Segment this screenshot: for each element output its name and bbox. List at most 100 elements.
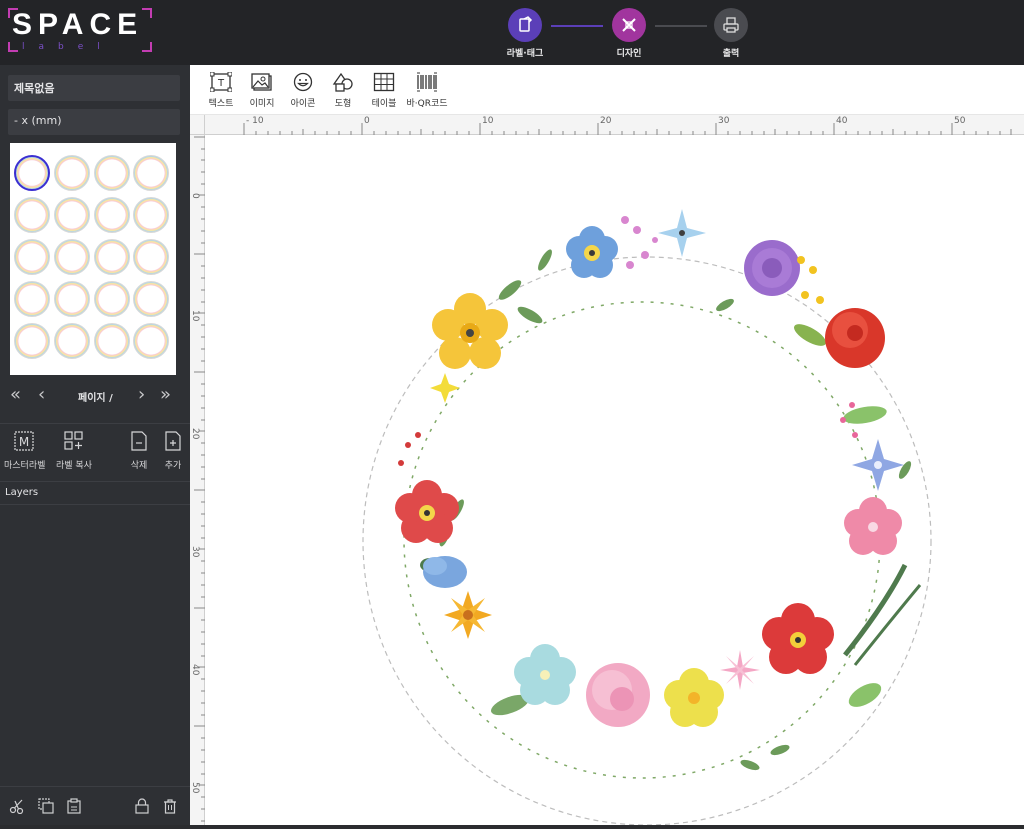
- label-thumb[interactable]: [133, 197, 169, 233]
- top-bar: SPACE label 라벨·태그 디자인 출력: [0, 0, 1024, 65]
- barcode-tool-button[interactable]: 바·QR코드: [403, 71, 451, 109]
- label-thumb[interactable]: [14, 239, 50, 275]
- label-thumb[interactable]: [14, 323, 50, 359]
- step-label-tag[interactable]: 라벨·태그: [495, 8, 555, 59]
- flower-yellow-bottom: [664, 668, 724, 727]
- layers-header[interactable]: Layers: [0, 481, 190, 505]
- label-sheet-thumbnail[interactable]: [10, 143, 176, 375]
- flower-pink-starburst: [720, 650, 760, 690]
- space-label-logo[interactable]: SPACE label: [8, 8, 152, 54]
- flower-yellow-buds: [797, 256, 824, 304]
- label-thumb[interactable]: [54, 323, 90, 359]
- step-label: 출력: [722, 49, 740, 59]
- horizontal-ruler: - 10 0 10 20 30 40 50: [205, 115, 1024, 135]
- design-icon: [612, 8, 646, 42]
- icon-tool-button[interactable]: 아이콘: [286, 71, 320, 109]
- label-thumb[interactable]: [54, 197, 90, 233]
- last-page-icon[interactable]: »: [160, 384, 171, 405]
- duplicate-icon[interactable]: [38, 798, 54, 814]
- lock-icon[interactable]: [134, 798, 150, 814]
- image-icon: [250, 71, 274, 93]
- copy-label-icon: [63, 430, 85, 452]
- step-label: 라벨·태그: [506, 49, 544, 59]
- ruler-label: 30: [190, 546, 200, 558]
- barcode-icon: [415, 71, 439, 93]
- step-print[interactable]: 출력: [701, 8, 761, 59]
- label-thumb[interactable]: [54, 155, 90, 191]
- flower-red-left: [395, 480, 459, 543]
- cut-icon[interactable]: [9, 798, 25, 814]
- label-thumb[interactable]: [94, 239, 130, 275]
- ruler-label: 0: [190, 193, 200, 199]
- add-page-button[interactable]: 추가: [160, 430, 186, 471]
- circle-label-design[interactable]: [205, 135, 1024, 826]
- size-field[interactable]: - x (mm): [8, 109, 180, 135]
- ruler-label: 50: [190, 782, 200, 794]
- vertical-ruler: 0 10 20 30 40 50: [190, 135, 205, 825]
- label-thumb[interactable]: [94, 281, 130, 317]
- label-thumb[interactable]: [94, 155, 130, 191]
- table-icon: [372, 71, 396, 93]
- ruler-label: 30: [718, 116, 730, 126]
- flower-yellow-small-left: [430, 373, 460, 403]
- label-thumb[interactable]: [133, 155, 169, 191]
- flower-light-blue-star: [658, 209, 706, 257]
- toolbar-label: 바·QR코드: [406, 99, 448, 109]
- next-page-icon[interactable]: ›: [138, 384, 145, 405]
- label-thumb[interactable]: [14, 281, 50, 317]
- add-page-icon: [162, 430, 184, 452]
- toolbar-label: 테이블: [371, 99, 397, 109]
- toolbar-label: 아이콘: [290, 99, 316, 109]
- ruler-label: 50: [954, 116, 966, 126]
- step-connector-1: [551, 25, 603, 27]
- toolbar-label: 도형: [334, 99, 352, 109]
- copy-label-button[interactable]: 라벨 복사: [52, 430, 96, 471]
- label-tag-icon: [508, 8, 542, 42]
- flower-purple-dahlia: [744, 240, 800, 296]
- layer-tools: [0, 786, 190, 825]
- delete-page-button[interactable]: 삭제: [126, 430, 152, 471]
- tool-label: 마스터라벨: [4, 461, 46, 471]
- editor-area: T 텍스트 이미지 아이콘 도형 테이블 바·QR코드 - 10 0 10 20…: [190, 65, 1024, 826]
- first-page-icon[interactable]: «: [10, 384, 21, 405]
- label-thumb[interactable]: [94, 323, 130, 359]
- page-indicator: 페이지 /: [78, 393, 113, 404]
- text-tool-button[interactable]: T 텍스트: [204, 71, 238, 109]
- label-thumb[interactable]: [54, 281, 90, 317]
- design-canvas[interactable]: [205, 135, 1024, 826]
- prev-page-icon[interactable]: ‹: [38, 384, 45, 405]
- label-thumb[interactable]: [133, 281, 169, 317]
- label-thumb[interactable]: [14, 197, 50, 233]
- page-tools: M 마스터라벨 라벨 복사 삭제 추가: [0, 423, 190, 481]
- horizontal-ruler-ticks: [243, 123, 1012, 135]
- master-label-icon: M: [13, 430, 35, 452]
- label-thumb[interactable]: [133, 323, 169, 359]
- logo-bracket-br: [142, 42, 152, 52]
- image-tool-button[interactable]: 이미지: [245, 71, 279, 109]
- emoji-icon: [291, 71, 315, 93]
- ruler-label: 0: [364, 116, 370, 126]
- label-thumb[interactable]: [94, 197, 130, 233]
- insert-toolbar: T 텍스트 이미지 아이콘 도형 테이블 바·QR코드: [190, 65, 1024, 115]
- flower-pink-sprig: [621, 216, 658, 269]
- label-thumb[interactable]: [133, 239, 169, 275]
- svg-text:T: T: [217, 78, 225, 89]
- paste-icon[interactable]: [66, 798, 82, 814]
- flower-periwinkle-right: [852, 439, 904, 491]
- master-label-button[interactable]: M 마스터라벨: [4, 430, 46, 471]
- shape-tool-button[interactable]: 도형: [326, 71, 360, 109]
- title-field[interactable]: 제목없음: [8, 75, 180, 101]
- table-tool-button[interactable]: 테이블: [367, 71, 401, 109]
- label-thumb[interactable]: [54, 239, 90, 275]
- step-connector-2: [655, 25, 707, 27]
- text-icon: T: [209, 71, 233, 93]
- ruler-label: 40: [190, 664, 200, 676]
- trash-icon[interactable]: [162, 798, 178, 814]
- label-thumb[interactable]: [14, 155, 50, 191]
- ruler-label: 40: [836, 116, 848, 126]
- page-navigator: « ‹ 페이지 / › »: [0, 380, 190, 412]
- toolbar-label: 텍스트: [208, 99, 234, 109]
- flower-pink-right: [844, 497, 902, 555]
- step-design[interactable]: 디자인: [599, 8, 659, 59]
- vertical-ruler-ticks: [194, 136, 205, 822]
